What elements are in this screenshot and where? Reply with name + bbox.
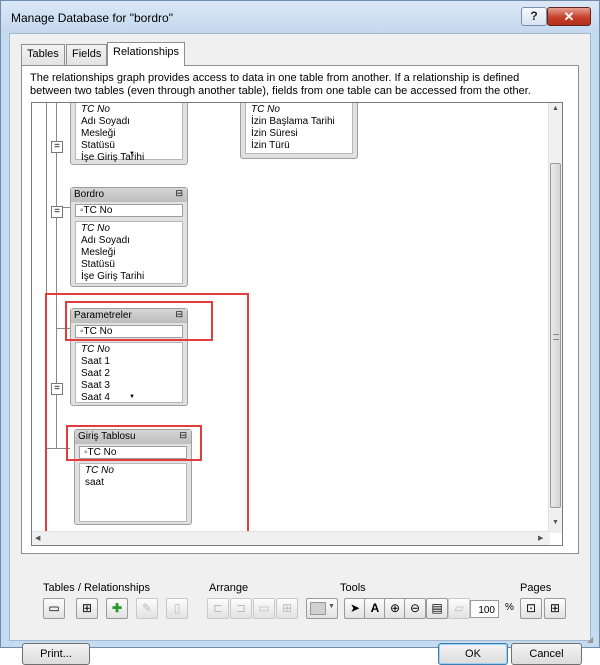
scroll-more-icon[interactable]: ▼	[129, 148, 135, 160]
table-header[interactable]: Bordro ⊟	[71, 188, 187, 202]
dialog-body: Tables Fields Relationships The relation…	[9, 33, 591, 665]
distribute-button[interactable]: ⊞	[276, 598, 298, 619]
duplicate-button[interactable]: ✚	[106, 598, 128, 619]
relationships-graph[interactable]: = = = TC No Adı Soyadı Mesleği Statüsü İ…	[31, 102, 563, 546]
title-bar[interactable]: Manage Database for "bordro" ? ✕	[1, 1, 599, 33]
tab-relationships[interactable]: Relationships	[107, 42, 186, 66]
field-list[interactable]: TC No İzin Başlama Tarihi İzin Süresi İz…	[245, 103, 353, 154]
field-item[interactable]: İzin Süresi	[251, 128, 352, 140]
pointer-tool-button[interactable]: ➤	[344, 598, 366, 619]
page-setup-button[interactable]: ⊡	[520, 598, 542, 619]
manage-database-window: Manage Database for "bordro" ? ✕ Tables …	[0, 0, 600, 665]
ok-button[interactable]: OK	[438, 643, 508, 665]
add-table-button[interactable]: ▭	[43, 598, 65, 619]
field-item[interactable]: TC No	[81, 223, 182, 235]
page-view-button[interactable]: ▱	[448, 598, 470, 619]
field-list[interactable]: TC No Adı Soyadı Mesleği Statüsü İşe Gir…	[75, 103, 183, 163]
text-tool-button[interactable]: A	[364, 598, 386, 619]
color-swatch	[310, 602, 326, 615]
field-item[interactable]: Mesleği	[81, 247, 182, 259]
field-item[interactable]: Adı Soyadı	[81, 235, 182, 247]
field-item[interactable]: Adı Soyadı	[81, 116, 182, 128]
vertical-scroll-thumb[interactable]	[550, 163, 561, 508]
vertical-scrollbar[interactable]: ▲ ▼	[548, 103, 562, 533]
field-list[interactable]: TC No Adı Soyadı Mesleği Statüsü İşe Gir…	[75, 221, 183, 284]
relationship-equals-icon[interactable]: =	[51, 141, 63, 153]
zoom-unit: %	[505, 602, 514, 613]
field-item[interactable]: TC No	[251, 104, 352, 116]
highlight-box	[65, 301, 213, 341]
window-title: Manage Database for "bordro"	[11, 11, 173, 25]
resize-grip-icon[interactable]: ◢	[587, 635, 593, 644]
close-button[interactable]: ✕	[547, 7, 591, 26]
print-button[interactable]: Print...	[22, 643, 90, 665]
color-picker-button[interactable]: ▼	[306, 598, 338, 619]
horizontal-scrollbar[interactable]: ◀ ▶	[32, 531, 550, 545]
relationships-description: The relationships graph provides access …	[30, 72, 531, 97]
help-button[interactable]: ?	[521, 7, 547, 26]
tools-label: Tools	[340, 582, 366, 594]
field-item[interactable]: TC No	[81, 104, 182, 116]
add-relationship-button[interactable]: ⊞	[76, 598, 98, 619]
table-occurrence-bordro[interactable]: Bordro ⊟ ◦TC No TC No Adı Soyadı Mesleği…	[70, 187, 188, 287]
relationship-equals-icon[interactable]: =	[51, 206, 63, 218]
scroll-right-icon[interactable]: ▶	[538, 534, 543, 542]
scroll-up-icon[interactable]: ▲	[552, 105, 559, 112]
table-name: Bordro	[74, 189, 105, 200]
scroll-down-icon[interactable]: ▼	[552, 519, 559, 526]
zoom-level-input[interactable]	[470, 600, 499, 618]
collapse-icon[interactable]: ⊟	[175, 188, 183, 199]
field-item[interactable]: İzin Başlama Tarihi	[251, 116, 352, 128]
page-breaks-button[interactable]: ⊞	[544, 598, 566, 619]
cancel-button[interactable]: Cancel	[511, 643, 582, 665]
pages-label: Pages	[520, 582, 552, 594]
align-left-button[interactable]: ⊏	[207, 598, 229, 619]
highlight-box	[66, 425, 202, 461]
zoom-out-button[interactable]: ⊖	[404, 598, 426, 619]
tab-fields[interactable]: Fields	[66, 44, 108, 65]
zoom-in-button[interactable]: ⊕	[384, 598, 406, 619]
chevron-down-icon: ▼	[328, 603, 335, 610]
scroll-left-icon[interactable]: ◀	[35, 534, 40, 542]
table-occurrence-top-right[interactable]: TC No İzin Başlama Tarihi İzin Süresi İz…	[240, 103, 358, 159]
field-item[interactable]: İzin Türü	[251, 140, 352, 152]
resize-button[interactable]: ▭	[253, 598, 275, 619]
view-button[interactable]: ▤	[426, 598, 448, 619]
align-center-button[interactable]: ⊐	[230, 598, 252, 619]
key-field[interactable]: ◦TC No	[75, 204, 183, 217]
field-item[interactable]: İşe Giriş Tarihi	[81, 271, 182, 283]
tables-relationships-label: Tables / Relationships	[43, 582, 151, 594]
arrange-label: Arrange	[209, 582, 249, 594]
field-item[interactable]: Mesleği	[81, 128, 182, 140]
field-item[interactable]: Statüsü	[81, 259, 182, 271]
tab-tables[interactable]: Tables	[21, 44, 65, 65]
table-occurrence-top-left[interactable]: TC No Adı Soyadı Mesleği Statüsü İşe Gir…	[70, 103, 188, 165]
delete-button[interactable]: ▯	[166, 598, 188, 619]
edit-button[interactable]: ✎	[136, 598, 158, 619]
